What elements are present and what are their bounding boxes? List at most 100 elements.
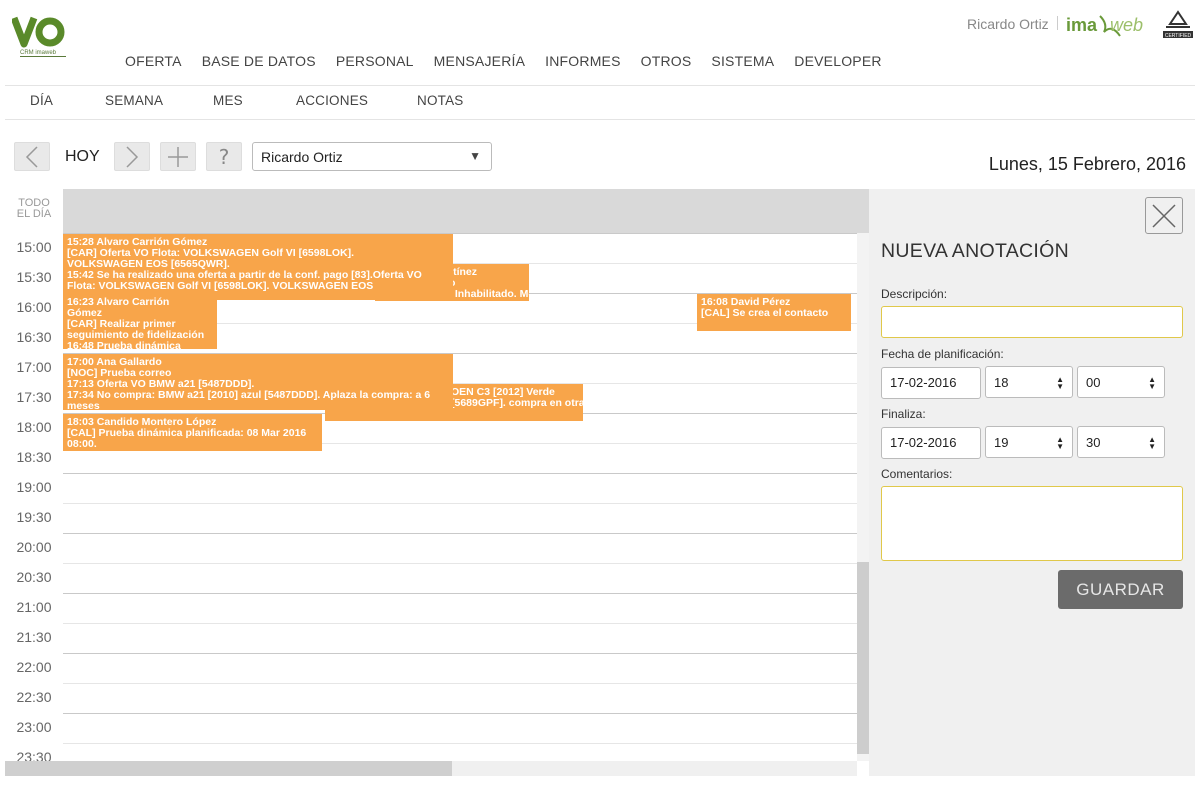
fecha-planificacion-label: Fecha de planificación: bbox=[881, 347, 1004, 361]
grid-line bbox=[63, 623, 857, 624]
fecha-planificacion-date-input[interactable]: 17-02-2016 bbox=[881, 367, 981, 399]
event-text-line: [CAL] Se crea el contacto bbox=[701, 307, 829, 319]
descripcion-label: Descripción: bbox=[881, 287, 948, 301]
event-text-line: [5689GPF]. compra en otra marca: PEUGEOT bbox=[451, 397, 583, 409]
menu-informes[interactable]: INFORMES bbox=[545, 53, 621, 69]
guardar-button[interactable]: GUARDAR bbox=[1058, 570, 1183, 609]
time-slot-row[interactable]: 23:30 bbox=[5, 743, 857, 761]
close-icon bbox=[1152, 203, 1176, 228]
event-text-line: 16:48 Prueba dinámica bbox=[67, 340, 181, 350]
stepper-arrows-icon: ▲ ▼ bbox=[1148, 375, 1156, 391]
event-text-line: | Inhabilitado. Motivo: bbox=[449, 288, 529, 300]
time-slot-row[interactable]: 21:00 bbox=[5, 593, 857, 623]
help-icon: ? bbox=[218, 144, 230, 169]
grid-line bbox=[63, 593, 857, 594]
grid-line bbox=[63, 503, 857, 504]
time-label: 17:00 bbox=[16, 359, 52, 375]
event-text-line: 08:00. bbox=[67, 438, 97, 450]
event-text-line: [CAL] Prueba dinámica planificada: 08 Ma… bbox=[67, 427, 307, 439]
user-select-value: Ricardo Ortiz bbox=[261, 149, 343, 165]
time-label: 19:00 bbox=[16, 479, 52, 495]
vo-logo-mark bbox=[12, 16, 65, 48]
divider bbox=[5, 119, 1195, 120]
grid-line bbox=[63, 563, 857, 564]
help-button[interactable]: ? bbox=[206, 142, 242, 171]
tab-dia[interactable]: DÍA bbox=[30, 93, 53, 108]
time-slot-row[interactable]: 23:00 bbox=[5, 713, 857, 743]
menu-personal[interactable]: PERSONAL bbox=[336, 53, 414, 69]
calendar-event[interactable]: 17:00 Ana Gallardo [NOC] Prueba correo 17:… bbox=[63, 354, 453, 410]
stepper-arrows-icon: ▲ ▼ bbox=[1148, 435, 1156, 451]
user-select[interactable]: Ricardo Ortiz ▼ bbox=[252, 142, 492, 171]
finaliza-date-input[interactable]: 17-02-2016 bbox=[881, 427, 981, 459]
imaweb-logo: ima web bbox=[1066, 15, 1143, 37]
header-separator bbox=[1057, 16, 1058, 30]
all-day-row[interactable] bbox=[63, 189, 869, 233]
menu-otros[interactable]: OTROS bbox=[641, 53, 692, 69]
tab-mes[interactable]: MES bbox=[213, 93, 243, 108]
vo-crm-logo[interactable]: CRM imaweb bbox=[12, 14, 66, 60]
calendar-event[interactable]: 16:23 Alvaro Carrión Gómez [CAR] Realizar … bbox=[63, 294, 217, 349]
menu-oferta[interactable]: OFERTA bbox=[125, 53, 182, 69]
time-slot-row[interactable]: 19:30 bbox=[5, 503, 857, 533]
tuv-certified-icon: CERTIFIED bbox=[1163, 10, 1193, 39]
dropdown-arrow-icon: ▼ bbox=[469, 149, 481, 163]
descripcion-input[interactable] bbox=[881, 306, 1183, 338]
event-text-line: rtínez bbox=[449, 266, 478, 278]
time-label: 16:00 bbox=[16, 299, 52, 315]
grid-line bbox=[63, 473, 857, 474]
time-slot-row[interactable]: 20:00 bbox=[5, 533, 857, 563]
menu-developer[interactable]: DEVELOPER bbox=[794, 53, 881, 69]
finaliza-minute-value: 30 bbox=[1086, 435, 1101, 450]
time-label: 22:00 bbox=[16, 659, 52, 675]
time-label: 16:30 bbox=[16, 329, 52, 345]
time-label: 20:30 bbox=[16, 569, 52, 585]
svg-text:ima: ima bbox=[1066, 15, 1098, 35]
time-label: 15:30 bbox=[16, 269, 52, 285]
fecha-planificacion-hour-select[interactable]: 18 ▲ ▼ bbox=[985, 366, 1073, 398]
all-day-label-line2: EL DÍA bbox=[16, 208, 52, 220]
time-slot-row[interactable]: 22:30 bbox=[5, 683, 857, 713]
tab-notas[interactable]: NOTAS bbox=[417, 93, 464, 108]
event-text-line: meses bbox=[67, 400, 100, 411]
divider bbox=[5, 85, 1195, 86]
plus-icon bbox=[168, 146, 188, 167]
stepper-arrows-icon: ▲ ▼ bbox=[1056, 435, 1064, 451]
close-panel-button[interactable] bbox=[1145, 197, 1183, 234]
time-slot-row[interactable]: 22:00 bbox=[5, 653, 857, 683]
finaliza-hour-value: 19 bbox=[994, 435, 1009, 450]
previous-day-button[interactable] bbox=[14, 142, 50, 171]
menu-sistema[interactable]: SISTEMA bbox=[711, 53, 774, 69]
comentarios-textarea[interactable] bbox=[881, 486, 1183, 561]
grid-line bbox=[63, 653, 857, 654]
comentarios-label: Comentarios: bbox=[881, 467, 953, 481]
next-day-button[interactable] bbox=[114, 142, 150, 171]
time-slot-row[interactable]: 19:00 bbox=[5, 473, 857, 503]
all-day-label: TODO EL DÍA bbox=[5, 198, 63, 220]
current-user-name[interactable]: Ricardo Ortiz bbox=[967, 16, 1049, 32]
grid-line bbox=[63, 683, 857, 684]
horizontal-scrollbar-thumb[interactable] bbox=[5, 761, 452, 776]
new-annotation-panel bbox=[869, 189, 1195, 776]
calendar-event[interactable]: 16:08 David Pérez [CAL] Se crea el contac… bbox=[697, 294, 851, 331]
stepper-arrows-icon: ▲ ▼ bbox=[1056, 375, 1064, 391]
time-label: 18:30 bbox=[16, 449, 52, 465]
finaliza-minute-select[interactable]: 30 ▲ ▼ bbox=[1077, 426, 1165, 458]
time-label: 17:30 bbox=[16, 389, 52, 405]
tab-semana[interactable]: SEMANA bbox=[105, 93, 163, 108]
today-button[interactable]: HOY bbox=[65, 148, 100, 166]
event-text-line: 17:34 No compra: BMW a21 [2010] azul [54… bbox=[67, 389, 431, 401]
time-slot-row[interactable]: 21:30 bbox=[5, 623, 857, 653]
finaliza-hour-select[interactable]: 19 ▲ ▼ bbox=[985, 426, 1073, 458]
calendar-event[interactable]: 18:03 Candido Montero López [CAL] Prueba … bbox=[63, 414, 322, 451]
menu-base-de-datos[interactable]: BASE DE DATOS bbox=[202, 53, 316, 69]
menu-mensajeria[interactable]: MENSAJERÍA bbox=[434, 53, 525, 69]
grid-line bbox=[63, 713, 857, 714]
tab-acciones[interactable]: ACCIONES bbox=[296, 93, 368, 108]
vertical-scrollbar-thumb[interactable] bbox=[857, 562, 869, 754]
calendar-event[interactable]: 15:28 Alvaro Carrión Gómez [CAR] Oferta V… bbox=[63, 234, 453, 300]
grid-line bbox=[63, 533, 857, 534]
add-event-button[interactable] bbox=[160, 142, 196, 171]
time-slot-row[interactable]: 20:30 bbox=[5, 563, 857, 593]
fecha-planificacion-minute-select[interactable]: 00 ▲ ▼ bbox=[1077, 366, 1165, 398]
